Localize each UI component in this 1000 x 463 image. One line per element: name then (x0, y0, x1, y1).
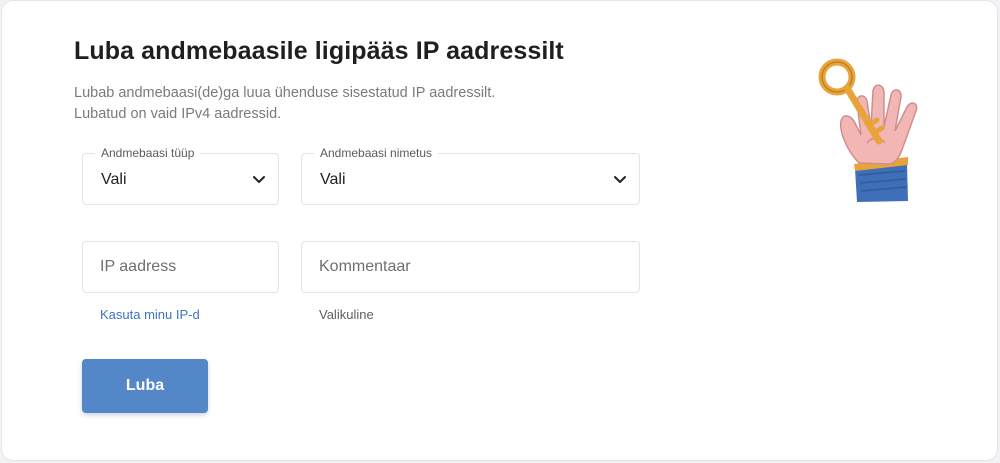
comment-optional-hint: Valikuline (319, 307, 374, 322)
hand-holding-key-illustration (818, 58, 918, 202)
database-name-label: Andmebaasi nimetus (314, 146, 439, 160)
comment-input[interactable]: Kommentaar (301, 241, 640, 293)
database-type-select[interactable]: Andmebaasi tüüp Vali (82, 146, 279, 205)
page-title: Luba andmebaasile ligipääs IP aadressilt (74, 37, 564, 65)
database-type-value: Vali (101, 171, 127, 188)
ip-address-placeholder: IP aadress (100, 258, 177, 275)
database-name-value: Vali (320, 171, 346, 188)
allow-ip-card: Luba andmebaasile ligipääs IP aadressilt… (1, 0, 998, 461)
description-line-2: Lubatud on vaid IPv4 aadressid. (74, 106, 282, 122)
description-line-1: Lubab andmebaasi(de)ga luua ühenduse sis… (74, 85, 496, 101)
page-description: Lubab andmebaasi(de)ga luua ühenduse sis… (74, 83, 594, 125)
database-type-label: Andmebaasi tüüp (95, 146, 201, 160)
chevron-down-icon (253, 176, 265, 183)
use-my-ip-link[interactable]: Kasuta minu IP-d (100, 307, 200, 322)
allow-button[interactable]: Luba (82, 359, 208, 413)
database-name-select[interactable]: Andmebaasi nimetus Vali (301, 146, 640, 205)
ip-address-input[interactable]: IP aadress (82, 241, 279, 293)
chevron-down-icon (614, 176, 626, 183)
comment-placeholder: Kommentaar (319, 258, 411, 275)
